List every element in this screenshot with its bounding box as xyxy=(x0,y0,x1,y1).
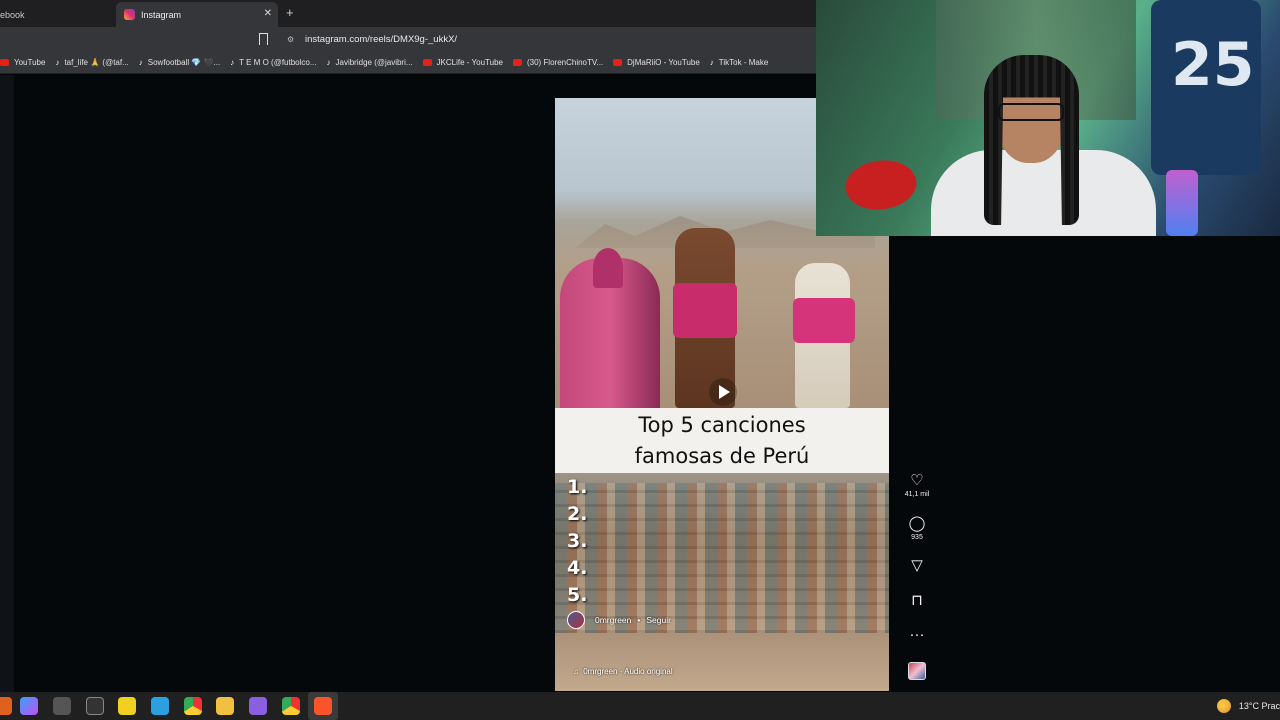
youtube-icon xyxy=(422,59,432,66)
settings-icon[interactable] xyxy=(53,697,71,715)
site-info-icon[interactable]: ⚙ xyxy=(287,35,294,44)
caption-line: famosas de Perú xyxy=(634,444,810,468)
follow-button[interactable]: Seguir xyxy=(646,615,671,625)
list-item: 4. xyxy=(567,557,588,579)
share-button[interactable]: ▽ xyxy=(900,557,934,575)
list-item: 3. xyxy=(567,530,588,552)
glasses xyxy=(998,103,1064,121)
bookmark-item[interactable]: ♪ taf_life 🙏 (@taf... xyxy=(55,58,128,67)
bookmark-item[interactable]: ♪ Javibridge (@javibri... xyxy=(327,58,413,67)
tab-strip: ebook Instagram ✕ + xyxy=(0,0,816,27)
comment-button[interactable]: ◯ 935 xyxy=(900,515,934,541)
bookmarks-bar: YouTube ♪ taf_life 🙏 (@taf... ♪ Sowfootbal… xyxy=(0,52,816,74)
bookmark-item[interactable]: (30) FlorenChinoTV... xyxy=(512,58,604,67)
bookmark-label: YouTube xyxy=(14,58,46,67)
heart-icon: ♡ xyxy=(910,472,924,489)
tiktok-icon: ♪ xyxy=(326,58,331,67)
list-item: 2. xyxy=(567,503,588,525)
bookmark-item[interactable]: DjMaRiiO - YouTube xyxy=(613,58,700,67)
address-bar: ⚙ instagram.com/reels/DMX9g-_ukkX/ xyxy=(0,27,816,52)
weather-icon xyxy=(1216,699,1231,713)
bookmark-icon[interactable] xyxy=(259,33,268,45)
obs-icon[interactable] xyxy=(86,697,104,715)
instagram-icon xyxy=(124,9,135,20)
tiktok-icon: ♪ xyxy=(230,58,235,67)
left-sidebar xyxy=(0,75,14,692)
tab-label: Instagram xyxy=(141,9,182,20)
bookmark-label: T E M O (@futbolco... xyxy=(239,58,317,67)
youtube-icon xyxy=(0,59,9,66)
save-button[interactable]: ⊓ xyxy=(900,592,934,610)
url-field[interactable]: instagram.com/reels/DMX9g-_ukkX/ xyxy=(305,34,457,45)
chrome-icon[interactable] xyxy=(184,697,202,715)
audio-label: 0mrgreen · Audio original xyxy=(583,667,673,676)
notes-icon[interactable] xyxy=(118,697,136,715)
bookmark-label: DjMaRiiO - YouTube xyxy=(627,58,700,67)
avatar[interactable] xyxy=(567,611,585,629)
llama-blanket xyxy=(673,283,737,338)
author-row: 0mrgreen • Seguir xyxy=(567,611,671,629)
bookmark-icon: ⊓ xyxy=(911,592,923,609)
weather-text: Prac xyxy=(1261,701,1280,711)
ranking-list: 1. 2. 3. 4. 5. xyxy=(567,474,587,609)
red-object xyxy=(839,149,923,221)
screen: ebook Instagram ✕ + ⚙ instagram.com/reel… xyxy=(0,0,1280,720)
tiktok-icon: ♪ xyxy=(709,58,714,67)
bookmark-item[interactable]: ♪ Sowfootball 💎 🖤... xyxy=(139,58,220,67)
folder-icon[interactable] xyxy=(216,697,234,715)
play-icon[interactable] xyxy=(709,378,737,406)
like-button[interactable]: ♡ 41,1 mil xyxy=(900,472,934,498)
reel-caption: Top 5 canciones famosas de Perú xyxy=(555,410,889,472)
new-tab-button[interactable]: + xyxy=(286,5,294,20)
list-item: 5. xyxy=(567,584,588,606)
comment-count: 935 xyxy=(911,534,923,541)
tab-label: ebook xyxy=(0,9,25,20)
bookmark-item[interactable]: ♪ TikTok - Make xyxy=(710,58,769,67)
caption-line: Top 5 canciones xyxy=(638,413,806,437)
bookmark-label: Sowfootball 💎 🖤... xyxy=(147,58,221,67)
chrome-icon[interactable] xyxy=(282,697,300,715)
bookmark-label: (30) FlorenChinoTV... xyxy=(526,58,604,67)
alpaca-blanket xyxy=(793,298,855,343)
separator: • xyxy=(637,615,641,625)
chrome-profile-icon[interactable] xyxy=(249,697,267,715)
bookmark-item[interactable]: YouTube xyxy=(0,58,45,67)
jersey-number: 25 xyxy=(1171,30,1255,100)
music-note-icon: ♫ xyxy=(573,667,579,676)
youtube-icon xyxy=(613,59,623,66)
audio-thumbnail[interactable] xyxy=(908,662,926,680)
tab-ebook[interactable]: ebook xyxy=(0,2,116,27)
tiktok-icon: ♪ xyxy=(55,58,60,67)
telegram-icon[interactable] xyxy=(151,697,169,715)
tiktok-icon: ♪ xyxy=(138,58,143,67)
bookmark-label: JKCLife - YouTube xyxy=(436,58,503,67)
more-icon: ··· xyxy=(909,626,925,643)
streamer-shirt xyxy=(931,150,1156,236)
weather-widget[interactable]: 13°C Prac xyxy=(1216,699,1280,713)
webcam-overlay: 25 xyxy=(816,0,1280,236)
bookmark-item[interactable]: JKCLife - YouTube xyxy=(422,58,503,67)
tab-instagram[interactable]: Instagram ✕ xyxy=(116,2,278,27)
close-tab-icon[interactable]: ✕ xyxy=(264,8,272,19)
hat xyxy=(593,248,623,288)
bookmark-item[interactable]: ♪ T E M O (@futbolco... xyxy=(230,58,316,67)
like-count: 41,1 mil xyxy=(904,491,930,498)
lamp xyxy=(1166,170,1198,236)
author-name[interactable]: 0mrgreen xyxy=(595,615,631,625)
copilot-icon[interactable] xyxy=(20,697,38,715)
brave-icon[interactable] xyxy=(314,697,332,715)
taskbar: 13°C Prac xyxy=(0,692,1280,720)
temperature: 13°C xyxy=(1238,701,1259,711)
comment-icon: ◯ xyxy=(908,515,926,532)
more-button[interactable]: ··· xyxy=(900,626,934,644)
bookmark-label: taf_life 🙏 (@taf... xyxy=(64,58,129,67)
send-icon: ▽ xyxy=(911,557,923,574)
app-icon[interactable] xyxy=(0,697,12,715)
youtube-icon xyxy=(512,59,522,66)
audio-link[interactable]: ♫ 0mrgreen · Audio original xyxy=(573,667,673,676)
list-item: 1. xyxy=(567,476,588,498)
bookmark-label: Javibridge (@javibri... xyxy=(335,58,413,67)
bookmark-label: TikTok - Make xyxy=(718,58,769,67)
